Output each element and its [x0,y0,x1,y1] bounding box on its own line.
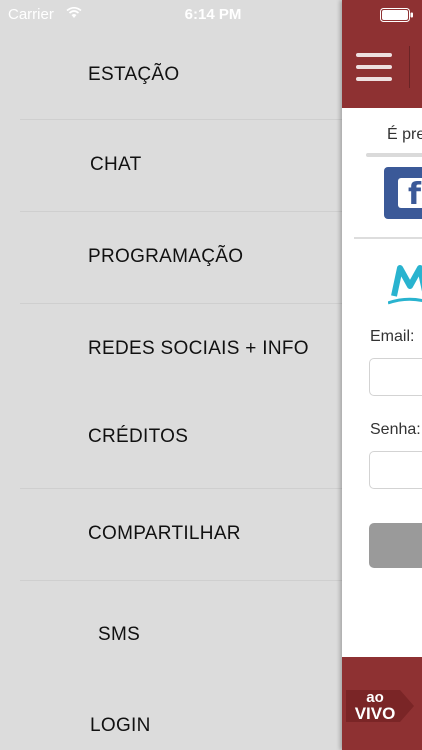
menu-item-label: LOGIN [90,715,151,736]
live-badge-line2: VIVO [354,704,396,723]
menu-item-label: COMPARTILHAR [88,523,241,544]
menu-item-label: REDES SOCIAIS + INFO [88,338,309,359]
email-label: Email: [370,328,415,345]
menu-item-chat[interactable]: CHAT [20,119,342,212]
section-divider [354,237,422,239]
password-field[interactable] [369,451,422,489]
password-label: Senha: [370,421,421,438]
facebook-login-button[interactable]: f [384,167,422,219]
menu-item-label: ESTAÇÃO [88,63,180,85]
menu-item-label: CHAT [90,154,142,175]
battery-icon [380,8,413,22]
app-logo [388,265,422,305]
status-bar: Carrier 6:14 PM [0,0,422,30]
app-screen: ESTAÇÃO CHAT PROGRAMAÇÃO REDES SOCIAIS +… [0,0,422,750]
navbar-divider [409,46,410,88]
facebook-icon: f [398,177,422,212]
menu-item-label: PROGRAMAÇÃO [88,246,244,267]
login-submit-button[interactable] [369,523,422,568]
menu-item-label: SMS [98,624,141,645]
menu-item-sms[interactable]: SMS [20,580,342,690]
menu-item-creditos[interactable]: CRÉDITOS [20,395,342,489]
login-prompt-text: É pre [387,126,422,143]
menu-item-compartilhar[interactable]: COMPARTILHAR [20,488,342,581]
live-badge-line1: ao [366,689,384,706]
menu-item-redes-sociais-info[interactable]: REDES SOCIAIS + INFO [20,303,342,395]
live-badge-label: ao VIVO [348,690,402,722]
email-field[interactable] [369,358,422,396]
hamburger-menu-button[interactable] [352,47,396,87]
prompt-underline [366,153,422,157]
main-content-panel: É pre f Email: Senha: ao VIVO [342,0,422,750]
menu-item-label: CRÉDITOS [88,426,189,447]
live-badge-button[interactable]: ao VIVO [344,688,414,724]
status-time: 6:14 PM [184,6,242,23]
menu-item-login[interactable]: LOGIN [20,690,342,750]
menu-item-estacao[interactable]: ESTAÇÃO [20,30,342,120]
bottom-player-bar: ao VIVO [342,657,422,750]
menu-item-programacao[interactable]: PROGRAMAÇÃO [20,211,342,304]
side-drawer-menu: ESTAÇÃO CHAT PROGRAMAÇÃO REDES SOCIAIS +… [0,0,342,750]
